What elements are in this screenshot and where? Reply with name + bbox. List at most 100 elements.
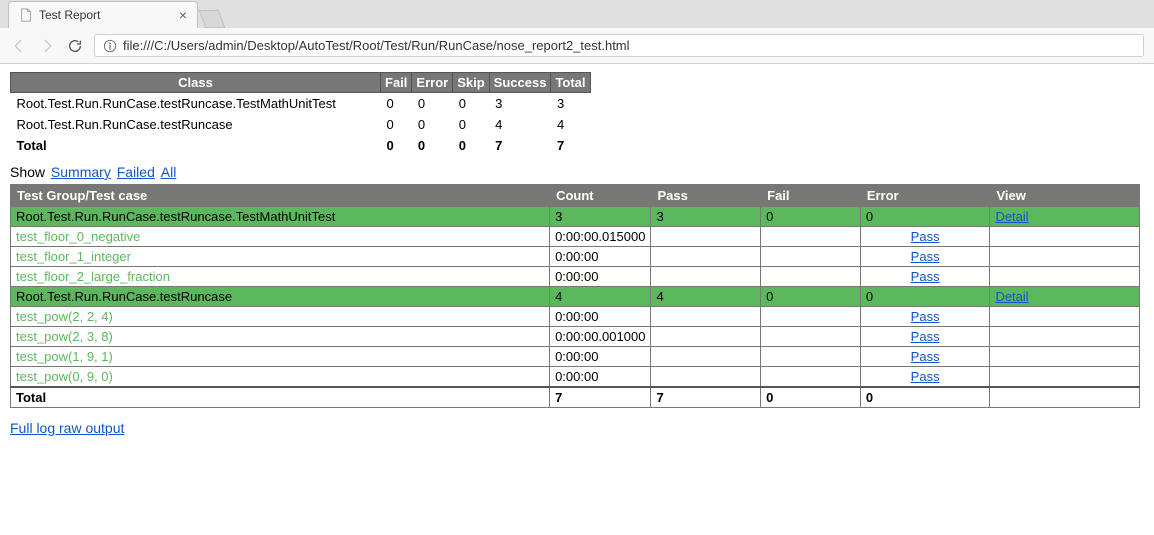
forward-icon[interactable]	[38, 37, 56, 55]
filter-label: Show	[10, 164, 45, 180]
case-cell	[651, 267, 761, 287]
summary-cell: 0	[381, 93, 412, 115]
case-name: test_pow(2, 2, 4)	[11, 307, 550, 327]
page-icon	[19, 8, 33, 22]
summary-cell: Root.Test.Run.RunCase.testRuncase	[11, 114, 381, 135]
case-result-cell: Pass	[860, 227, 990, 247]
total-cell: 0	[860, 387, 990, 408]
detail-header: Count	[550, 185, 651, 207]
case-cell	[651, 247, 761, 267]
close-icon[interactable]: ×	[179, 7, 187, 23]
case-cell	[761, 327, 861, 347]
case-duration: 0:00:00	[550, 367, 651, 388]
case-result-cell: Pass	[860, 267, 990, 287]
filter-all-link[interactable]: All	[161, 164, 177, 180]
new-tab-button[interactable]	[199, 10, 226, 28]
summary-cell: Total	[11, 135, 381, 156]
case-cell	[990, 327, 1140, 347]
summary-cell: 0	[412, 93, 453, 115]
case-cell	[651, 347, 761, 367]
case-row: test_pow(2, 3, 8)0:00:00.001000 Pass	[11, 327, 1140, 347]
case-cell	[761, 247, 861, 267]
case-cell	[761, 367, 861, 388]
summary-cell: 4	[489, 114, 551, 135]
detail-link[interactable]: Detail	[995, 209, 1028, 224]
case-row: test_floor_2_large_fraction0:00:00Pass	[11, 267, 1140, 287]
address-input[interactable]: file:///C:/Users/admin/Desktop/AutoTest/…	[94, 34, 1144, 57]
case-result-cell: Pass	[860, 367, 990, 388]
case-cell	[761, 307, 861, 327]
tab-bar: Test Report ×	[0, 0, 1154, 28]
summary-cell: 0	[381, 135, 412, 156]
filter-failed-link[interactable]: Failed	[117, 164, 155, 180]
summary-total-row: Total00077	[11, 135, 591, 156]
case-cell	[761, 267, 861, 287]
case-result-cell: Pass	[860, 327, 990, 347]
detail-header: View	[990, 185, 1140, 207]
summary-row: Root.Test.Run.RunCase.testRuncase00044	[11, 114, 591, 135]
case-row: test_pow(1, 9, 1)0:00:00Pass	[11, 347, 1140, 367]
summary-cell: 7	[489, 135, 551, 156]
result-link[interactable]: Pass	[911, 229, 940, 244]
address-bar: file:///C:/Users/admin/Desktop/AutoTest/…	[0, 28, 1154, 63]
summary-cell: 7	[551, 135, 590, 156]
group-cell: 0	[761, 287, 861, 307]
case-row: test_floor_1_integer0:00:00Pass	[11, 247, 1140, 267]
case-cell	[990, 247, 1140, 267]
total-cell	[990, 387, 1140, 408]
case-cell	[761, 227, 861, 247]
summary-header: Success	[489, 73, 551, 93]
filter-row: Show Summary Failed All	[10, 164, 1144, 180]
summary-header: Fail	[381, 73, 412, 93]
case-duration: 0:00:00	[550, 267, 651, 287]
case-cell	[651, 327, 761, 347]
detail-header: Pass	[651, 185, 761, 207]
result-link[interactable]: Pass	[911, 329, 940, 344]
case-name: test_pow(2, 3, 8)	[11, 327, 550, 347]
result-link[interactable]: Pass	[911, 269, 940, 284]
case-cell	[990, 367, 1140, 388]
summary-header-row: Class Fail Error Skip Success Total	[11, 73, 591, 93]
summary-cell: 0	[453, 114, 489, 135]
case-duration: 0:00:00.001000	[550, 327, 651, 347]
detail-header-row: Test Group/Test case Count Pass Fail Err…	[11, 185, 1140, 207]
group-name: Root.Test.Run.RunCase.testRuncase.TestMa…	[11, 207, 550, 227]
summary-cell: 3	[551, 93, 590, 115]
summary-cell: 0	[453, 93, 489, 115]
browser-chrome: Test Report × file:///C:/Users/admin/Des…	[0, 0, 1154, 64]
total-cell: 7	[550, 387, 651, 408]
filter-summary-link[interactable]: Summary	[51, 164, 111, 180]
case-cell	[761, 347, 861, 367]
case-row: test_floor_0_negative0:00:00.015000Pass	[11, 227, 1140, 247]
group-view-cell: Detail	[990, 287, 1140, 307]
case-name: test_floor_1_integer	[11, 247, 550, 267]
total-cell: 7	[651, 387, 761, 408]
report-content: Class Fail Error Skip Success Total Root…	[0, 64, 1154, 456]
reload-icon[interactable]	[66, 37, 84, 55]
group-cell: 0	[860, 207, 990, 227]
browser-tab[interactable]: Test Report ×	[8, 1, 198, 28]
info-icon[interactable]	[103, 39, 117, 53]
group-view-cell: Detail	[990, 207, 1140, 227]
group-name: Root.Test.Run.RunCase.testRuncase	[11, 287, 550, 307]
raw-output-link[interactable]: Full log raw output	[10, 420, 124, 436]
result-link[interactable]: Pass	[911, 309, 940, 324]
case-duration: 0:00:00	[550, 307, 651, 327]
result-link[interactable]: Pass	[911, 249, 940, 264]
detail-table: Test Group/Test case Count Pass Fail Err…	[10, 184, 1140, 408]
detail-header: Error	[860, 185, 990, 207]
result-link[interactable]: Pass	[911, 349, 940, 364]
total-cell: 0	[761, 387, 861, 408]
detail-link[interactable]: Detail	[995, 289, 1028, 304]
case-name: test_floor_0_negative	[11, 227, 550, 247]
total-cell: Total	[11, 387, 550, 408]
summary-header: Class	[11, 73, 381, 93]
result-link[interactable]: Pass	[911, 369, 940, 384]
case-row: test_pow(2, 2, 4)0:00:00 Pass	[11, 307, 1140, 327]
detail-header: Fail	[761, 185, 861, 207]
back-icon[interactable]	[10, 37, 28, 55]
summary-cell: 4	[551, 114, 590, 135]
summary-table: Class Fail Error Skip Success Total Root…	[10, 72, 591, 156]
summary-cell: 0	[453, 135, 489, 156]
group-cell: 3	[651, 207, 761, 227]
